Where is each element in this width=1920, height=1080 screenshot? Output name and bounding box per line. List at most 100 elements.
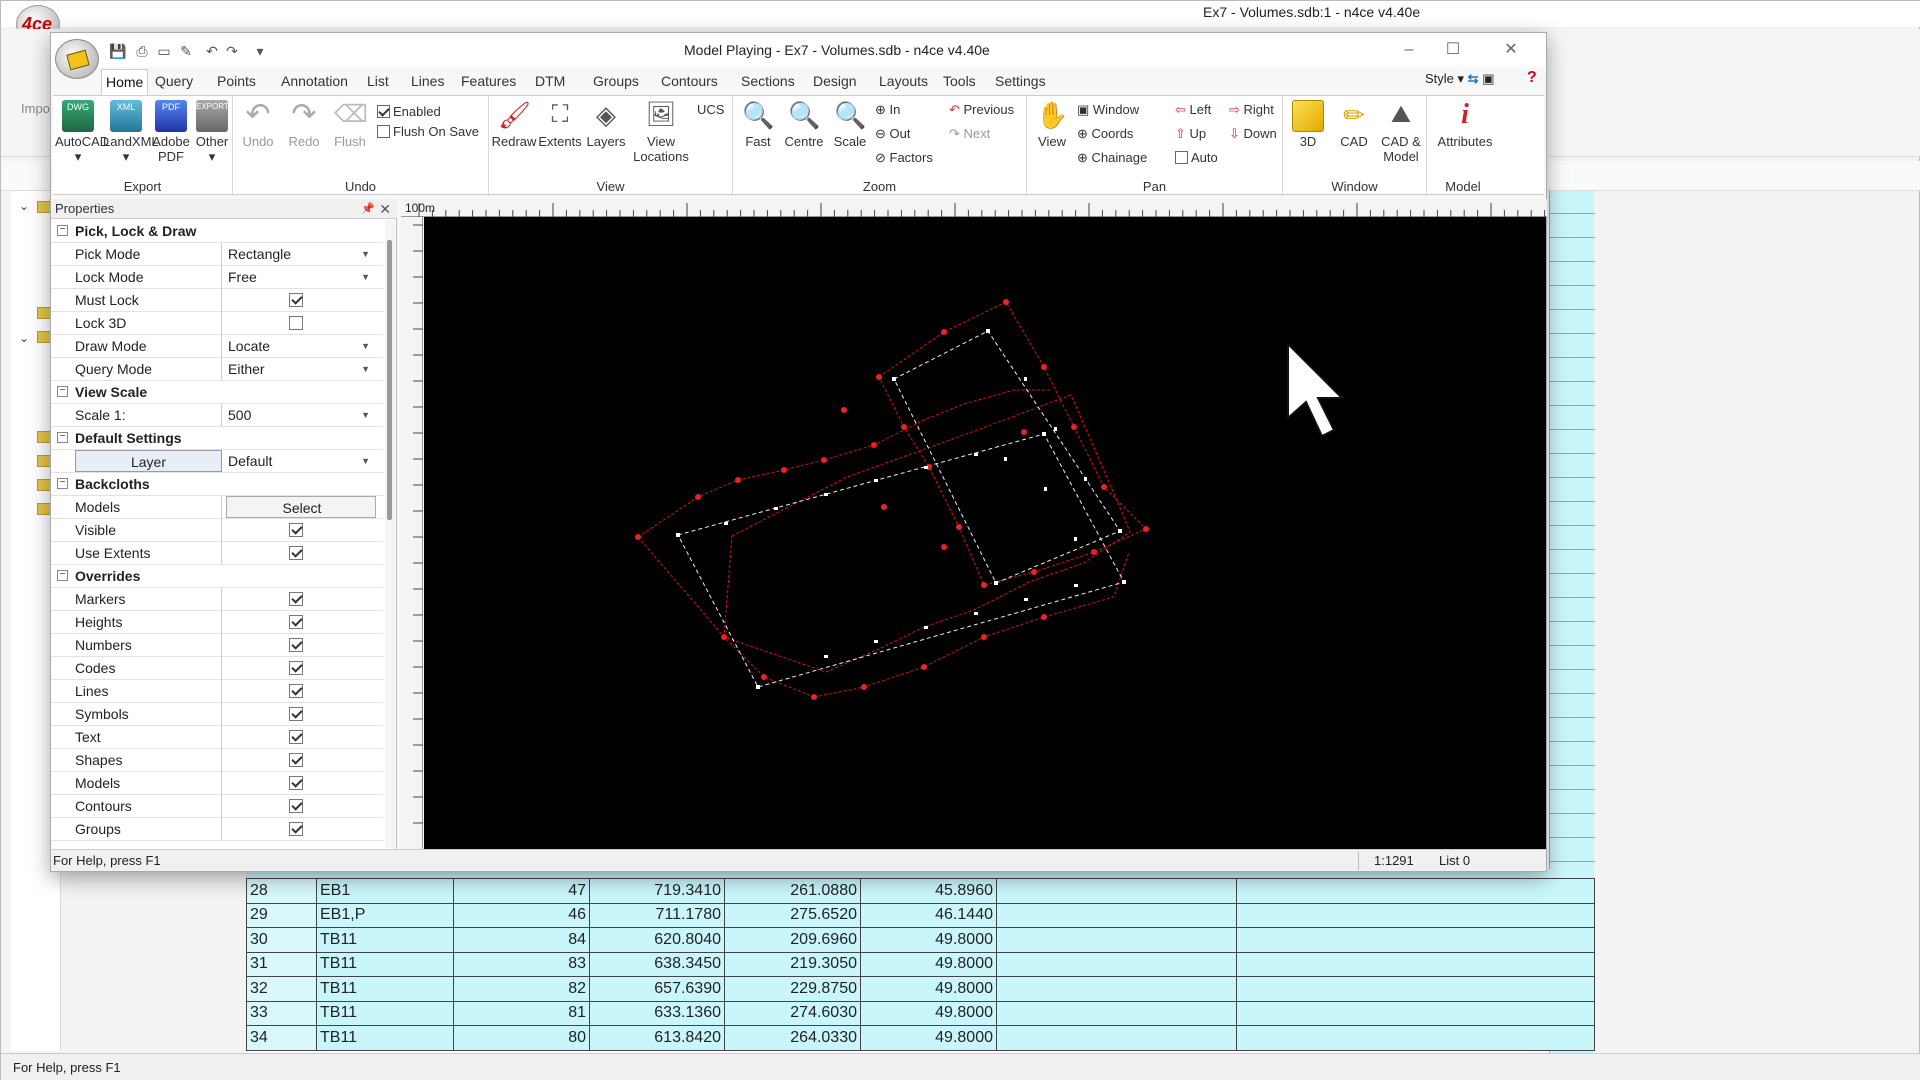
table-cell[interactable]: 46 — [453, 902, 590, 928]
zoom-centre-button[interactable]: 🔍 Centre — [781, 98, 827, 178]
window-icon[interactable]: ▭ — [155, 43, 173, 59]
table-cell[interactable]: 49.8000 — [860, 976, 997, 1002]
pan-window-button[interactable]: ▣ Window — [1077, 100, 1139, 120]
zoom-previous-button[interactable]: ↶ Previous — [949, 100, 1014, 120]
table-cell[interactable]: 719.3410 — [589, 878, 725, 904]
table-cell[interactable] — [996, 878, 1237, 904]
property-row[interactable]: Symbols — [51, 703, 383, 726]
table-cell[interactable]: 82 — [453, 976, 590, 1002]
other-export-button[interactable]: EXPORT Other ▾ — [189, 98, 235, 178]
property-row[interactable]: Scale 1: 500 ▼ — [51, 404, 383, 427]
table-cell[interactable]: 83 — [453, 951, 590, 977]
pan-down-button[interactable]: ⇩ Down — [1229, 124, 1277, 144]
collapse-icon[interactable]: − — [57, 225, 68, 236]
property-row[interactable]: Query Mode Either ▼ — [51, 358, 383, 381]
table-row[interactable]: 29 EB1,P 46 711.1780 275.6520 46.1440 — [246, 902, 1595, 928]
extents-button[interactable]: ⛶ Extents — [537, 98, 583, 178]
redo-button[interactable]: ↷ Redo — [281, 98, 327, 178]
table-cell[interactable]: 49.8000 — [860, 1000, 997, 1026]
pan-auto-checkbox[interactable]: Auto — [1175, 148, 1218, 168]
pan-view-button[interactable]: ✋ View — [1029, 98, 1075, 178]
property-dropdown[interactable]: Either ▼ — [226, 358, 376, 380]
property-checkbox[interactable] — [289, 638, 303, 652]
autocad-export-button[interactable]: DWG AutoCAD ▾ — [55, 98, 109, 178]
table-cell[interactable]: TB11 — [316, 1025, 454, 1051]
collapse-icon[interactable]: − — [57, 478, 68, 489]
property-row[interactable]: Lock Mode Free ▼ — [51, 266, 383, 289]
folder-icon[interactable] — [37, 307, 51, 319]
property-checkbox[interactable] — [289, 753, 303, 767]
table-cell[interactable]: 84 — [453, 927, 590, 953]
zoom-in-button[interactable]: ⊕ In — [875, 100, 900, 120]
landxml-export-button[interactable]: XML LandXML ▾ — [103, 98, 159, 178]
dropdown-arrow-icon[interactable]: ▼ — [361, 404, 370, 426]
properties-scrollbar[interactable] — [385, 220, 395, 848]
help-book-icon[interactable]: ▣ — [1482, 71, 1494, 86]
table-row[interactable]: 34 TB11 80 613.8420 264.0330 49.8000 — [246, 1025, 1595, 1051]
table-cell[interactable]: 274.6030 — [724, 1000, 861, 1026]
table-cell[interactable]: 49.8000 — [860, 951, 997, 977]
property-checkbox[interactable] — [289, 615, 303, 629]
tab-dtm[interactable]: DTM — [531, 69, 569, 95]
model-drawing[interactable] — [424, 217, 1546, 849]
table-row[interactable]: 30 TB11 84 620.8040 209.6960 49.8000 — [246, 927, 1595, 953]
table-cell[interactable]: 229.8750 — [724, 976, 861, 1002]
property-dropdown[interactable]: 500 ▼ — [226, 404, 376, 426]
maximize-button[interactable]: ☐ — [1431, 37, 1475, 63]
property-checkbox[interactable] — [289, 822, 303, 836]
table-cell[interactable]: 32 — [246, 976, 317, 1002]
property-dropdown[interactable]: Default ▼ — [226, 450, 376, 472]
folder-icon[interactable] — [37, 479, 51, 491]
tab-lines[interactable]: Lines — [407, 69, 448, 95]
collapse-icon[interactable]: − — [57, 432, 68, 443]
table-cell[interactable] — [996, 951, 1237, 977]
property-row[interactable]: Shapes — [51, 749, 383, 772]
property-row[interactable]: Markers — [51, 588, 383, 611]
property-checkbox[interactable] — [289, 776, 303, 790]
property-checkbox[interactable] — [289, 592, 303, 606]
minimize-button[interactable]: – — [1387, 37, 1431, 63]
table-cell[interactable]: 30 — [246, 927, 317, 953]
property-row[interactable]: Numbers — [51, 634, 383, 657]
tab-points[interactable]: Points — [213, 69, 260, 95]
folder-icon[interactable] — [37, 431, 51, 443]
undo-enabled-checkbox[interactable]: Enabled — [377, 102, 441, 122]
tab-contours[interactable]: Contours — [657, 69, 722, 95]
folder-icon[interactable] — [37, 201, 51, 213]
property-row[interactable]: Layer Default ▼ — [51, 450, 383, 473]
customize-toolbar-icon[interactable]: ▾ — [251, 43, 269, 59]
ucs-button[interactable]: UCS — [697, 100, 724, 120]
table-row[interactable]: 32 TB11 82 657.6390 229.8750 49.8000 — [246, 976, 1595, 1002]
property-checkbox[interactable] — [289, 707, 303, 721]
table-cell[interactable]: 45.8960 — [860, 878, 997, 904]
tab-tools[interactable]: Tools — [939, 69, 980, 95]
property-row[interactable]: Text — [51, 726, 383, 749]
tab-query[interactable]: Query — [151, 69, 197, 95]
table-cell[interactable]: EB1 — [316, 878, 454, 904]
table-cell[interactable]: 711.1780 — [589, 902, 725, 928]
property-row[interactable]: Must Lock — [51, 289, 383, 312]
pan-coords-button[interactable]: ⊕ Coords — [1077, 124, 1133, 144]
property-checkbox[interactable] — [289, 730, 303, 744]
table-cell[interactable]: 620.8040 — [589, 927, 725, 953]
dropdown-arrow-icon[interactable]: ▼ — [361, 266, 370, 288]
style-menu[interactable]: Style ▾ ⇆ ▣ — [1425, 71, 1494, 87]
table-cell[interactable]: 209.6960 — [724, 927, 861, 953]
property-checkbox[interactable] — [289, 523, 303, 537]
zoom-fast-button[interactable]: 🔍 Fast — [735, 98, 781, 178]
chevron-down-icon[interactable]: ⌄ — [19, 331, 31, 345]
table-cell[interactable]: 47 — [453, 878, 590, 904]
table-cell[interactable]: 80 — [453, 1025, 590, 1051]
table-cell[interactable]: 28 — [246, 878, 317, 904]
table-cell[interactable] — [996, 902, 1237, 928]
property-row[interactable]: Draw Mode Locate ▼ — [51, 335, 383, 358]
property-checkbox[interactable] — [289, 316, 303, 330]
pan-chainage-button[interactable]: ⊕ Chainage — [1077, 148, 1147, 168]
table-cell[interactable] — [1236, 927, 1595, 953]
help-icon[interactable]: ? — [1527, 69, 1537, 87]
tab-sections[interactable]: Sections — [737, 69, 799, 95]
table-cell[interactable]: 613.8420 — [589, 1025, 725, 1051]
flush-on-save-checkbox[interactable]: Flush On Save — [377, 122, 479, 142]
property-row[interactable]: Models Select — [51, 496, 383, 519]
property-row[interactable]: Heights — [51, 611, 383, 634]
